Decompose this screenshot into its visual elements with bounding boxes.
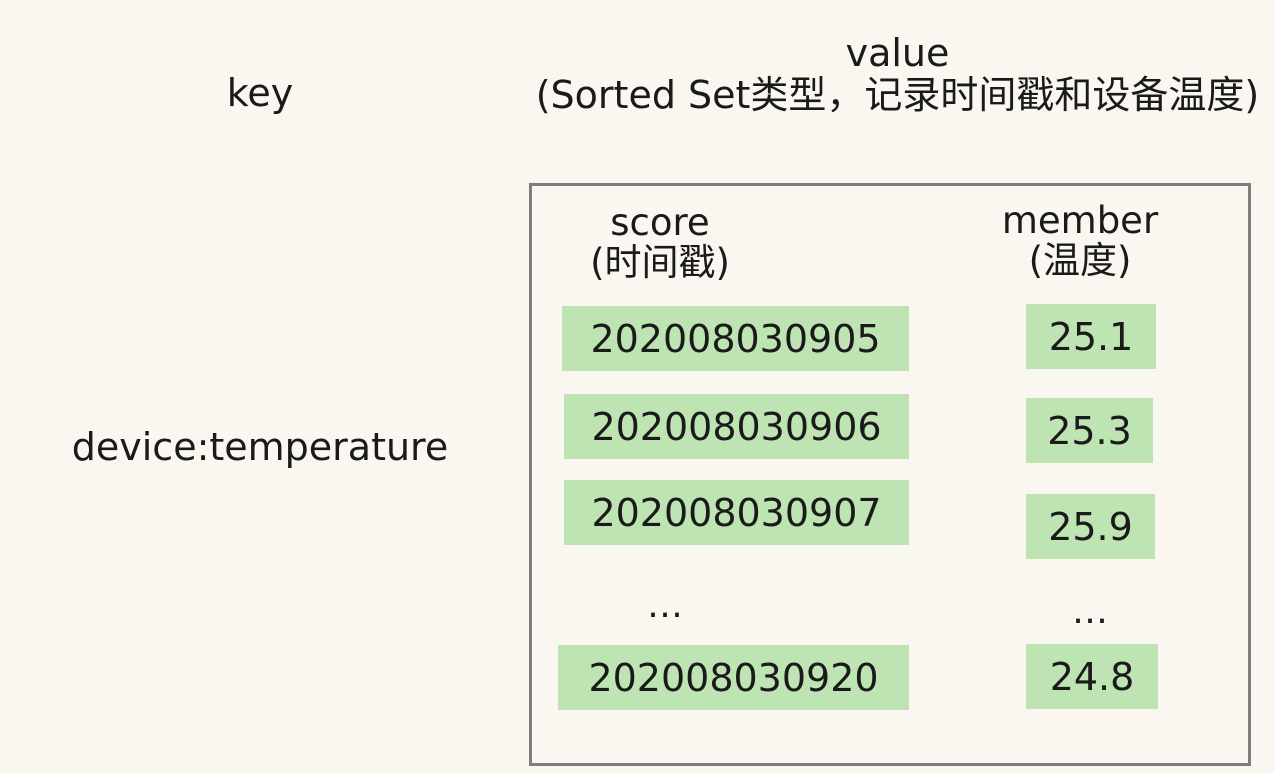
member-header-sublabel: (温度) (1028, 239, 1132, 282)
value-header: value (Sorted Set类型，记录时间戳和设备温度) (510, 32, 1275, 116)
member-cell: 25.1 (1026, 304, 1156, 369)
score-header-sublabel: (时间戳) (590, 241, 730, 284)
member-cell: 24.8 (1026, 644, 1158, 709)
key-header: key (226, 71, 294, 115)
member-column-header: member (温度) (990, 201, 1170, 281)
member-ellipsis: … (1072, 591, 1108, 632)
key-name: device:temperature (71, 425, 449, 469)
score-cell: 202008030905 (562, 306, 909, 371)
score-cell: 202008030907 (564, 480, 909, 545)
score-cell: 202008030906 (564, 394, 909, 459)
score-cell: 202008030920 (558, 645, 909, 710)
score-column-header: score (时间戳) (560, 203, 760, 283)
member-cell: 25.9 (1026, 494, 1155, 559)
score-header-label: score (610, 201, 710, 244)
value-header-title: value (845, 31, 950, 75)
member-cell: 25.3 (1026, 398, 1153, 463)
member-header-label: member (1001, 199, 1159, 242)
value-header-subtitle: (Sorted Set类型，记录时间戳和设备温度) (535, 73, 1260, 117)
score-ellipsis: … (647, 585, 683, 626)
